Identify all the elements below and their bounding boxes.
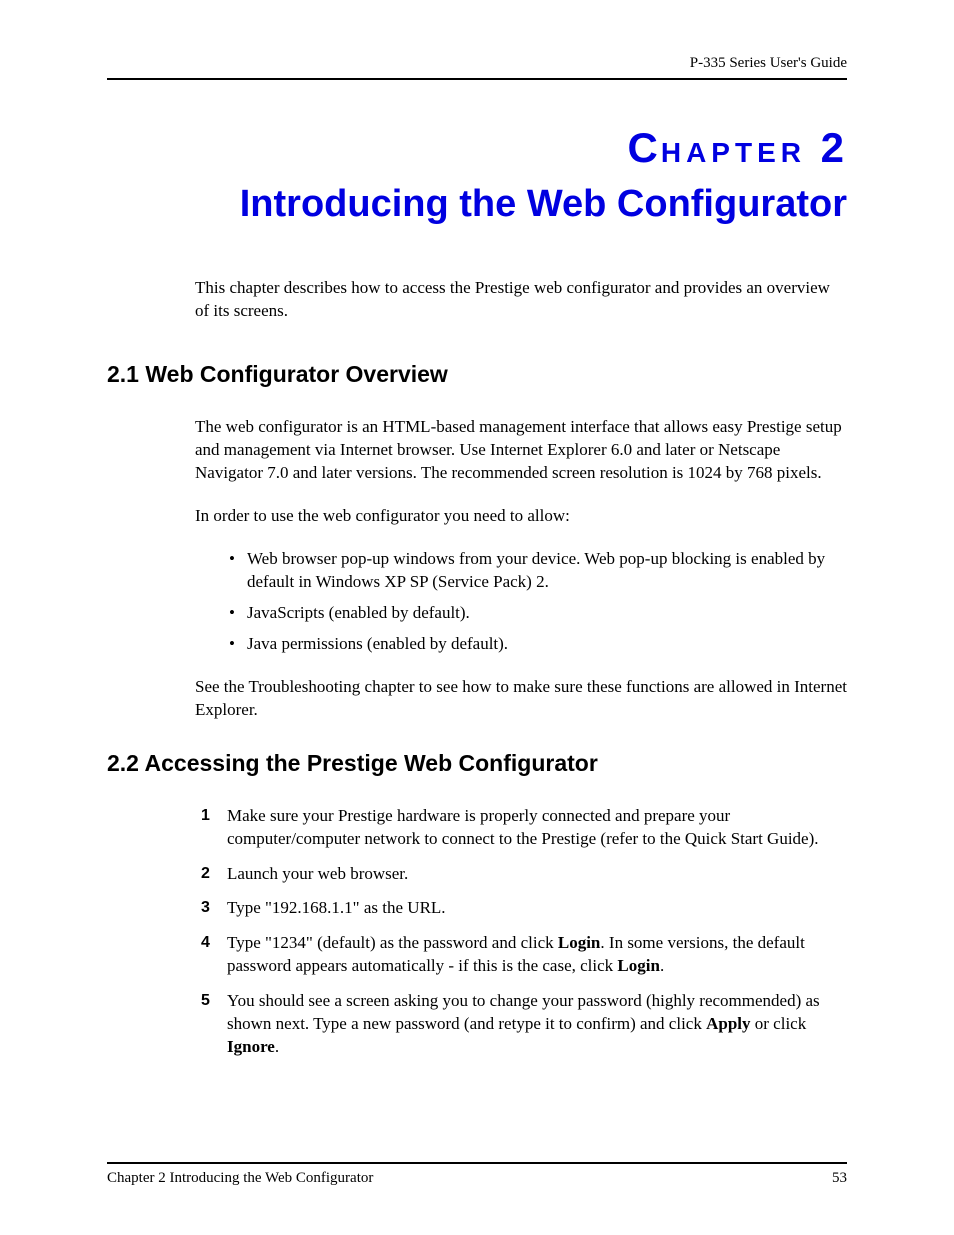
chapter-label-smallcaps: HAPTER bbox=[661, 137, 806, 168]
step-text: Type "1234" (default) as the password an… bbox=[227, 933, 558, 952]
list-item: Make sure your Prestige hardware is prop… bbox=[195, 805, 847, 851]
list-item: Type "1234" (default) as the password an… bbox=[195, 932, 847, 978]
step-bold: Login bbox=[558, 933, 601, 952]
chapter-title-block: CHAPTER 2 Introducing the Web Configurat… bbox=[107, 124, 847, 229]
page-footer: Chapter 2 Introducing the Web Configurat… bbox=[107, 1162, 847, 1187]
page-header: P-335 Series User's Guide bbox=[107, 55, 847, 80]
paragraph: In order to use the web configurator you… bbox=[195, 505, 847, 528]
footer-left-text: Chapter 2 Introducing the Web Configurat… bbox=[107, 1170, 373, 1187]
step-bold: Ignore bbox=[227, 1037, 275, 1056]
footer-page-number: 53 bbox=[832, 1170, 847, 1187]
list-item: Launch your web browser. bbox=[195, 863, 847, 886]
paragraph: See the Troubleshooting chapter to see h… bbox=[195, 676, 847, 722]
list-item: You should see a screen asking you to ch… bbox=[195, 990, 847, 1059]
paragraph: The web configurator is an HTML-based ma… bbox=[195, 416, 847, 485]
step-text: or click bbox=[751, 1014, 807, 1033]
list-item: Web browser pop-up windows from your dev… bbox=[229, 548, 847, 594]
chapter-label-capital: C bbox=[628, 124, 661, 171]
step-bold: Apply bbox=[706, 1014, 750, 1033]
section-heading-2-2: 2.2 Accessing the Prestige Web Configura… bbox=[107, 750, 847, 777]
step-bold: Login bbox=[617, 956, 660, 975]
bullet-list: Web browser pop-up windows from your dev… bbox=[229, 548, 847, 656]
chapter-number: 2 bbox=[806, 124, 847, 171]
list-item: Java permissions (enabled by default). bbox=[229, 633, 847, 656]
numbered-steps: Make sure your Prestige hardware is prop… bbox=[195, 805, 847, 1059]
chapter-label: CHAPTER 2 bbox=[107, 124, 847, 172]
list-item: Type "192.168.1.1" as the URL. bbox=[195, 897, 847, 920]
chapter-subtitle: Introducing the Web Configurator bbox=[107, 180, 847, 229]
section-heading-2-1: 2.1 Web Configurator Overview bbox=[107, 361, 847, 388]
chapter-intro: This chapter describes how to access the… bbox=[195, 277, 847, 323]
step-text: . bbox=[275, 1037, 279, 1056]
header-right-text: P-335 Series User's Guide bbox=[690, 55, 847, 71]
section-2-1-body: The web configurator is an HTML-based ma… bbox=[195, 416, 847, 721]
list-item: JavaScripts (enabled by default). bbox=[229, 602, 847, 625]
step-text: . bbox=[660, 956, 664, 975]
